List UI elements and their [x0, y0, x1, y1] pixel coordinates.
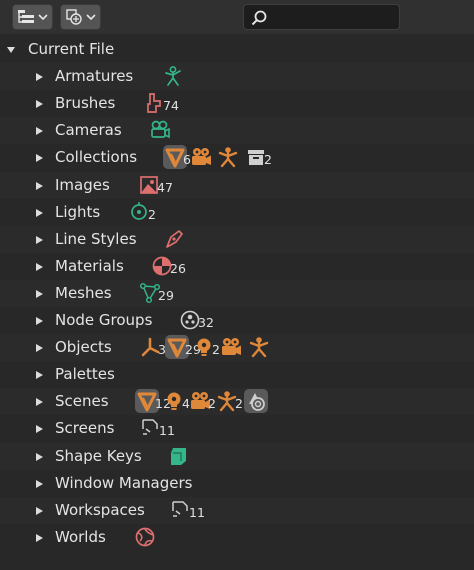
expand-arrow-icon[interactable]	[35, 63, 44, 90]
tree-row[interactable]: Scenes 12 4 2 2	[0, 388, 474, 415]
expand-arrow-icon[interactable]	[35, 388, 44, 415]
icon-count: 2	[264, 152, 272, 167]
tree-row[interactable]: Workspaces 11	[0, 497, 474, 524]
tree-row-label: Scenes	[55, 392, 109, 410]
filter-icon	[66, 9, 82, 25]
expand-arrow-icon[interactable]	[35, 90, 44, 117]
expand-arrow-icon[interactable]	[35, 497, 44, 524]
expand-arrow-icon[interactable]	[35, 415, 44, 442]
tree-row-label: Cameras	[55, 121, 122, 139]
tree-row[interactable]: Materials 26	[0, 253, 474, 280]
tree-row-label: Brushes	[55, 94, 116, 112]
icon-count: 29	[158, 288, 174, 303]
tree-row[interactable]: Line Styles	[0, 226, 474, 253]
tree-row-label: Collections	[55, 148, 138, 166]
icon-count: 2	[148, 207, 156, 222]
tree-row-label: Palettes	[55, 365, 115, 383]
tree-row[interactable]: Meshes 29	[0, 280, 474, 307]
tree-row-label: Materials	[55, 257, 124, 275]
expand-arrow-icon[interactable]	[35, 226, 44, 253]
expand-arrow-icon[interactable]	[35, 470, 44, 497]
tree-row[interactable]: Brushes 74	[0, 90, 474, 117]
tree-row[interactable]: Lights 2	[0, 199, 474, 226]
expand-arrow-icon[interactable]	[35, 253, 44, 280]
tree-row[interactable]: Cameras	[0, 117, 474, 144]
camera-object-icon[interactable]	[190, 146, 212, 168]
tree-row-label: Worlds	[55, 528, 106, 546]
tree-row-label: Objects	[55, 338, 112, 356]
tree-row-label: Meshes	[55, 284, 112, 302]
icon-count: 2	[208, 396, 216, 411]
icon-count: 11	[189, 505, 205, 520]
tree-row[interactable]: Palettes	[0, 361, 474, 388]
expand-arrow-icon[interactable]	[35, 361, 44, 388]
outliner-list-icon	[18, 10, 34, 23]
expand-arrow-icon[interactable]	[35, 334, 44, 361]
linestyle-icon[interactable]	[163, 228, 185, 250]
scene-icon[interactable]	[245, 390, 267, 412]
chevron-down-icon	[38, 14, 48, 21]
shape-key-icon[interactable]	[168, 445, 190, 467]
expand-arrow-icon[interactable]	[35, 199, 44, 226]
expand-arrow-icon[interactable]	[6, 36, 16, 63]
armature-object-icon[interactable]	[248, 336, 270, 358]
expand-arrow-icon[interactable]	[35, 172, 44, 199]
tree-row-label: Workspaces	[55, 501, 145, 519]
tree-row[interactable]: Node Groups 32	[0, 307, 474, 334]
armature-object-icon[interactable]	[217, 146, 239, 168]
display-mode-dropdown[interactable]	[12, 4, 53, 30]
tree-row-label: Node Groups	[55, 311, 153, 329]
tree-row-label: Shape Keys	[55, 447, 142, 465]
outliner-header	[0, 0, 474, 34]
tree-row[interactable]: Window Managers	[0, 470, 474, 497]
tree-row[interactable]: Worlds	[0, 524, 474, 551]
tree-row[interactable]: Armatures	[0, 63, 474, 90]
tree-root-label: Current File	[28, 40, 115, 58]
icon-count: 2	[235, 396, 243, 411]
tree-row-label: Lights	[55, 203, 101, 221]
expand-arrow-icon[interactable]	[35, 443, 44, 470]
filter-dropdown[interactable]	[60, 4, 101, 30]
tree-row-label: Screens	[55, 419, 115, 437]
chevron-down-icon	[86, 14, 96, 21]
tree-row-label: Window Managers	[55, 474, 193, 492]
armature-icon[interactable]	[162, 65, 184, 87]
tree-row[interactable]: Screens 11	[0, 415, 474, 442]
tree-row[interactable]: Images 47	[0, 172, 474, 199]
icon-count: 26	[170, 261, 186, 276]
tree-root-row[interactable]: Current File	[0, 36, 474, 63]
tree-row-label: Armatures	[55, 67, 134, 85]
search-icon	[251, 10, 267, 26]
expand-arrow-icon[interactable]	[35, 524, 44, 551]
search-input[interactable]	[243, 4, 400, 30]
tree-row-label: Line Styles	[55, 230, 137, 248]
icon-count: 47	[157, 180, 173, 195]
icon-count: 2	[212, 342, 220, 357]
world-icon[interactable]	[134, 526, 156, 548]
tree-row[interactable]: Objects 3 29 2	[0, 334, 474, 361]
icon-count: 11	[159, 423, 175, 438]
icon-count: 32	[198, 315, 214, 330]
camera-data-icon[interactable]	[149, 119, 171, 141]
expand-arrow-icon[interactable]	[35, 117, 44, 144]
expand-arrow-icon[interactable]	[35, 307, 44, 334]
icon-count: 74	[163, 98, 179, 113]
tree-row-label: Images	[55, 176, 110, 194]
camera-object-icon[interactable]	[220, 336, 242, 358]
tree-row[interactable]: Collections 6 2	[0, 144, 474, 171]
expand-arrow-icon[interactable]	[35, 280, 44, 307]
expand-arrow-icon[interactable]	[35, 144, 44, 171]
tree-row[interactable]: Shape Keys	[0, 443, 474, 470]
